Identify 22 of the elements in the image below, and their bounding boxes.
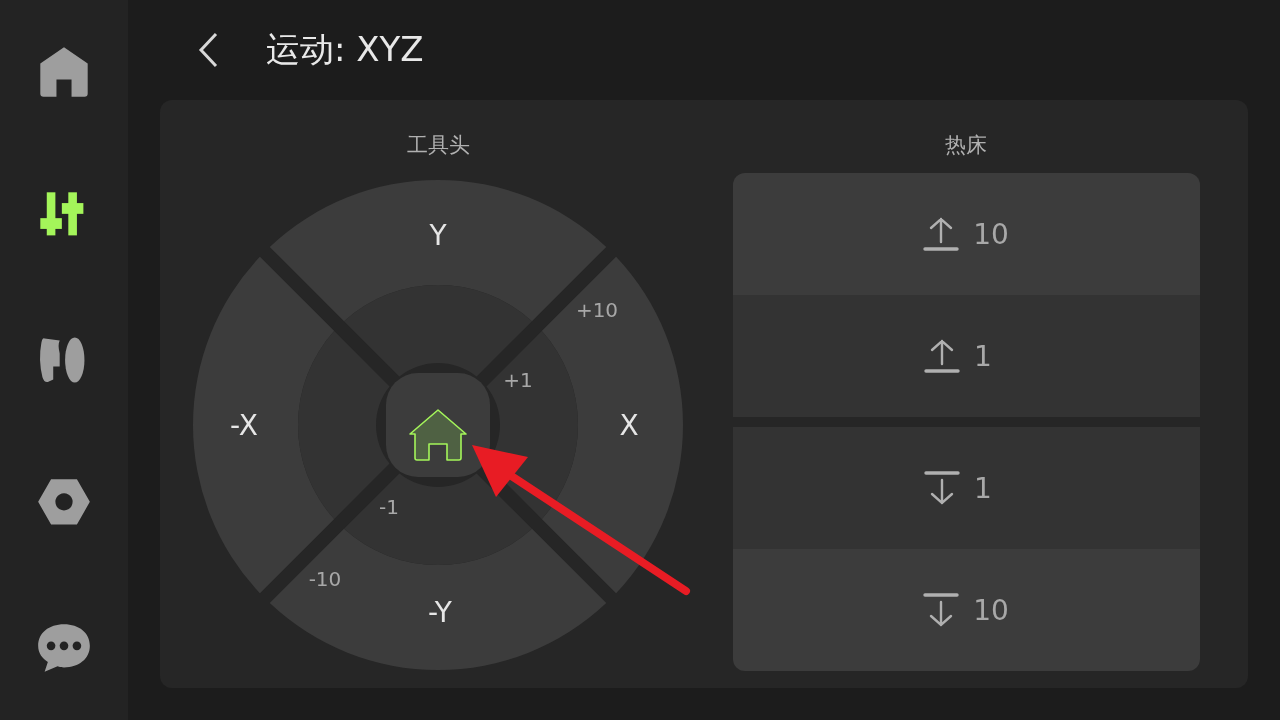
axis-label: Y: [429, 219, 447, 252]
bed-move-button[interactable]: 10: [732, 549, 1200, 671]
arrow-down-from-line-icon: [924, 470, 960, 506]
page-title: 运动: XYZ: [266, 28, 424, 71]
step-label: -1: [379, 495, 399, 519]
jog-inner-button[interactable]: [344, 473, 532, 565]
step-label: -10: [308, 567, 342, 591]
section-title: 工具头: [406, 132, 470, 159]
step-label: +1: [503, 368, 533, 392]
bed-move-button[interactable]: 1: [732, 427, 1200, 549]
step-label: +10: [575, 298, 619, 322]
house-icon: [409, 409, 467, 461]
axis-label: -Y: [428, 596, 452, 629]
arrow-up-to-line-icon: [924, 338, 960, 374]
arrow-down-from-line-icon: [923, 592, 960, 628]
axis-label: -X: [230, 409, 258, 442]
arrow-up-to-line-icon: [923, 216, 960, 252]
section-title: 热床: [945, 132, 987, 159]
bed-move-button[interactable]: 1: [732, 295, 1200, 417]
axis-label: X: [619, 409, 639, 442]
bed-move-button[interactable]: 10: [732, 173, 1200, 295]
jog-outer-button[interactable]: [541, 256, 683, 594]
